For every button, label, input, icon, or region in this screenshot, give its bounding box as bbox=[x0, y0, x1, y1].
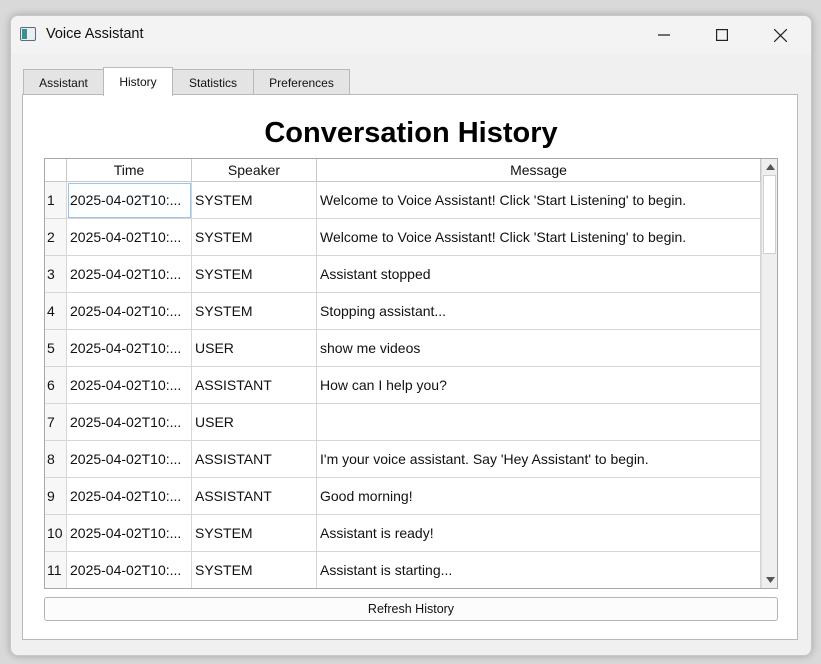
row-number[interactable]: 6 bbox=[45, 367, 67, 404]
message-cell[interactable] bbox=[317, 404, 761, 441]
maximize-icon bbox=[716, 29, 728, 41]
row-number[interactable]: 11 bbox=[45, 552, 67, 588]
row-number[interactable]: 1 bbox=[45, 182, 67, 219]
message-cell[interactable]: How can I help you? bbox=[317, 367, 761, 404]
tab-statistics[interactable]: Statistics bbox=[172, 69, 254, 95]
time-cell[interactable]: 2025-04-02T10:... bbox=[67, 219, 192, 256]
row-number[interactable]: 2 bbox=[45, 219, 67, 256]
speaker-cell[interactable]: SYSTEM bbox=[192, 293, 317, 330]
speaker-cell[interactable]: ASSISTANT bbox=[192, 441, 317, 478]
table-row[interactable]: 5 2025-04-02T10:... USER show me videos bbox=[45, 330, 761, 367]
row-number[interactable]: 5 bbox=[45, 330, 67, 367]
time-cell[interactable]: 2025-04-02T10:... bbox=[67, 367, 192, 404]
table-row[interactable]: 8 2025-04-02T10:... ASSISTANT I'm your v… bbox=[45, 441, 761, 478]
minimize-button[interactable] bbox=[635, 16, 693, 54]
message-cell[interactable]: I'm your voice assistant. Say 'Hey Assis… bbox=[317, 441, 761, 478]
table-row[interactable]: 2 2025-04-02T10:... SYSTEM Welcome to Vo… bbox=[45, 219, 761, 256]
table-row[interactable]: 1 2025-04-02T10:... SYSTEM Welcome to Vo… bbox=[45, 182, 761, 219]
row-number[interactable]: 4 bbox=[45, 293, 67, 330]
minimize-icon bbox=[658, 34, 670, 36]
message-cell[interactable]: Welcome to Voice Assistant! Click 'Start… bbox=[317, 219, 761, 256]
message-cell[interactable]: Assistant is ready! bbox=[317, 515, 761, 552]
row-number[interactable]: 9 bbox=[45, 478, 67, 515]
message-cell[interactable]: Stopping assistant... bbox=[317, 293, 761, 330]
time-cell[interactable]: 2025-04-02T10:... bbox=[67, 404, 192, 441]
page-title: Conversation History bbox=[264, 117, 558, 149]
time-cell[interactable]: 2025-04-02T10:... bbox=[67, 293, 192, 330]
time-cell[interactable]: 2025-04-02T10:... bbox=[67, 515, 192, 552]
scroll-up-button[interactable] bbox=[762, 159, 777, 175]
speaker-cell[interactable]: SYSTEM bbox=[192, 219, 317, 256]
time-cell[interactable]: 2025-04-02T10:... bbox=[67, 256, 192, 293]
time-cell[interactable]: 2025-04-02T10:... bbox=[67, 478, 192, 515]
scroll-down-arrow-icon bbox=[765, 577, 775, 583]
speaker-cell[interactable]: ASSISTANT bbox=[192, 478, 317, 515]
close-icon bbox=[773, 28, 787, 42]
speaker-cell[interactable]: SYSTEM bbox=[192, 256, 317, 293]
window-title: Voice Assistant bbox=[46, 26, 144, 42]
row-number[interactable]: 3 bbox=[45, 256, 67, 293]
message-cell[interactable]: show me videos bbox=[317, 330, 761, 367]
message-cell[interactable]: Welcome to Voice Assistant! Click 'Start… bbox=[317, 182, 761, 219]
column-header-speaker[interactable]: Speaker bbox=[192, 159, 317, 182]
vertical-scrollbar[interactable] bbox=[761, 159, 777, 588]
maximize-button[interactable] bbox=[693, 16, 751, 54]
table-row[interactable]: 11 2025-04-02T10:... SYSTEM Assistant is… bbox=[45, 552, 761, 588]
tab-assistant[interactable]: Assistant bbox=[23, 69, 104, 95]
table-row[interactable]: 6 2025-04-02T10:... ASSISTANT How can I … bbox=[45, 367, 761, 404]
app-window: Voice Assistant Assistant History Statis… bbox=[10, 15, 812, 656]
title-bar[interactable]: Voice Assistant bbox=[11, 16, 811, 54]
row-number[interactable]: 7 bbox=[45, 404, 67, 441]
speaker-cell[interactable]: SYSTEM bbox=[192, 552, 317, 588]
table-row[interactable]: 10 2025-04-02T10:... SYSTEM Assistant is… bbox=[45, 515, 761, 552]
row-number[interactable]: 10 bbox=[45, 515, 67, 552]
speaker-cell[interactable]: USER bbox=[192, 330, 317, 367]
table-row[interactable]: 7 2025-04-02T10:... USER bbox=[45, 404, 761, 441]
speaker-cell[interactable]: ASSISTANT bbox=[192, 367, 317, 404]
tab-history[interactable]: History bbox=[103, 67, 173, 96]
tab-preferences[interactable]: Preferences bbox=[253, 69, 350, 95]
table-corner[interactable] bbox=[45, 159, 67, 182]
time-cell[interactable]: 2025-04-02T10:... bbox=[67, 330, 192, 367]
message-cell[interactable]: Assistant is starting... bbox=[317, 552, 761, 588]
time-cell[interactable]: 2025-04-02T10:... bbox=[67, 552, 192, 588]
scroll-down-button[interactable] bbox=[762, 572, 777, 588]
column-header-message[interactable]: Message bbox=[317, 159, 761, 182]
refresh-history-button[interactable]: Refresh History bbox=[44, 597, 778, 621]
app-window-icon bbox=[20, 27, 36, 41]
speaker-cell[interactable]: SYSTEM bbox=[192, 515, 317, 552]
time-cell[interactable]: 2025-04-02T10:... bbox=[67, 182, 192, 219]
speaker-cell[interactable]: SYSTEM bbox=[192, 182, 317, 219]
message-cell[interactable]: Good morning! bbox=[317, 478, 761, 515]
table-row[interactable]: 4 2025-04-02T10:... SYSTEM Stopping assi… bbox=[45, 293, 761, 330]
history-table: Time Speaker Message 1 2025-04-02T10:...… bbox=[44, 158, 778, 589]
scrollbar-thumb[interactable] bbox=[763, 175, 776, 254]
row-number[interactable]: 8 bbox=[45, 441, 67, 478]
history-panel: Conversation History Time Speaker Messag… bbox=[22, 94, 798, 640]
message-cell[interactable]: Assistant stopped bbox=[317, 256, 761, 293]
time-cell[interactable]: 2025-04-02T10:... bbox=[67, 441, 192, 478]
scroll-up-arrow-icon bbox=[765, 164, 775, 170]
close-button[interactable] bbox=[751, 16, 809, 54]
column-header-time[interactable]: Time bbox=[67, 159, 192, 182]
table-row[interactable]: 9 2025-04-02T10:... ASSISTANT Good morni… bbox=[45, 478, 761, 515]
speaker-cell[interactable]: USER bbox=[192, 404, 317, 441]
table-row[interactable]: 3 2025-04-02T10:... SYSTEM Assistant sto… bbox=[45, 256, 761, 293]
